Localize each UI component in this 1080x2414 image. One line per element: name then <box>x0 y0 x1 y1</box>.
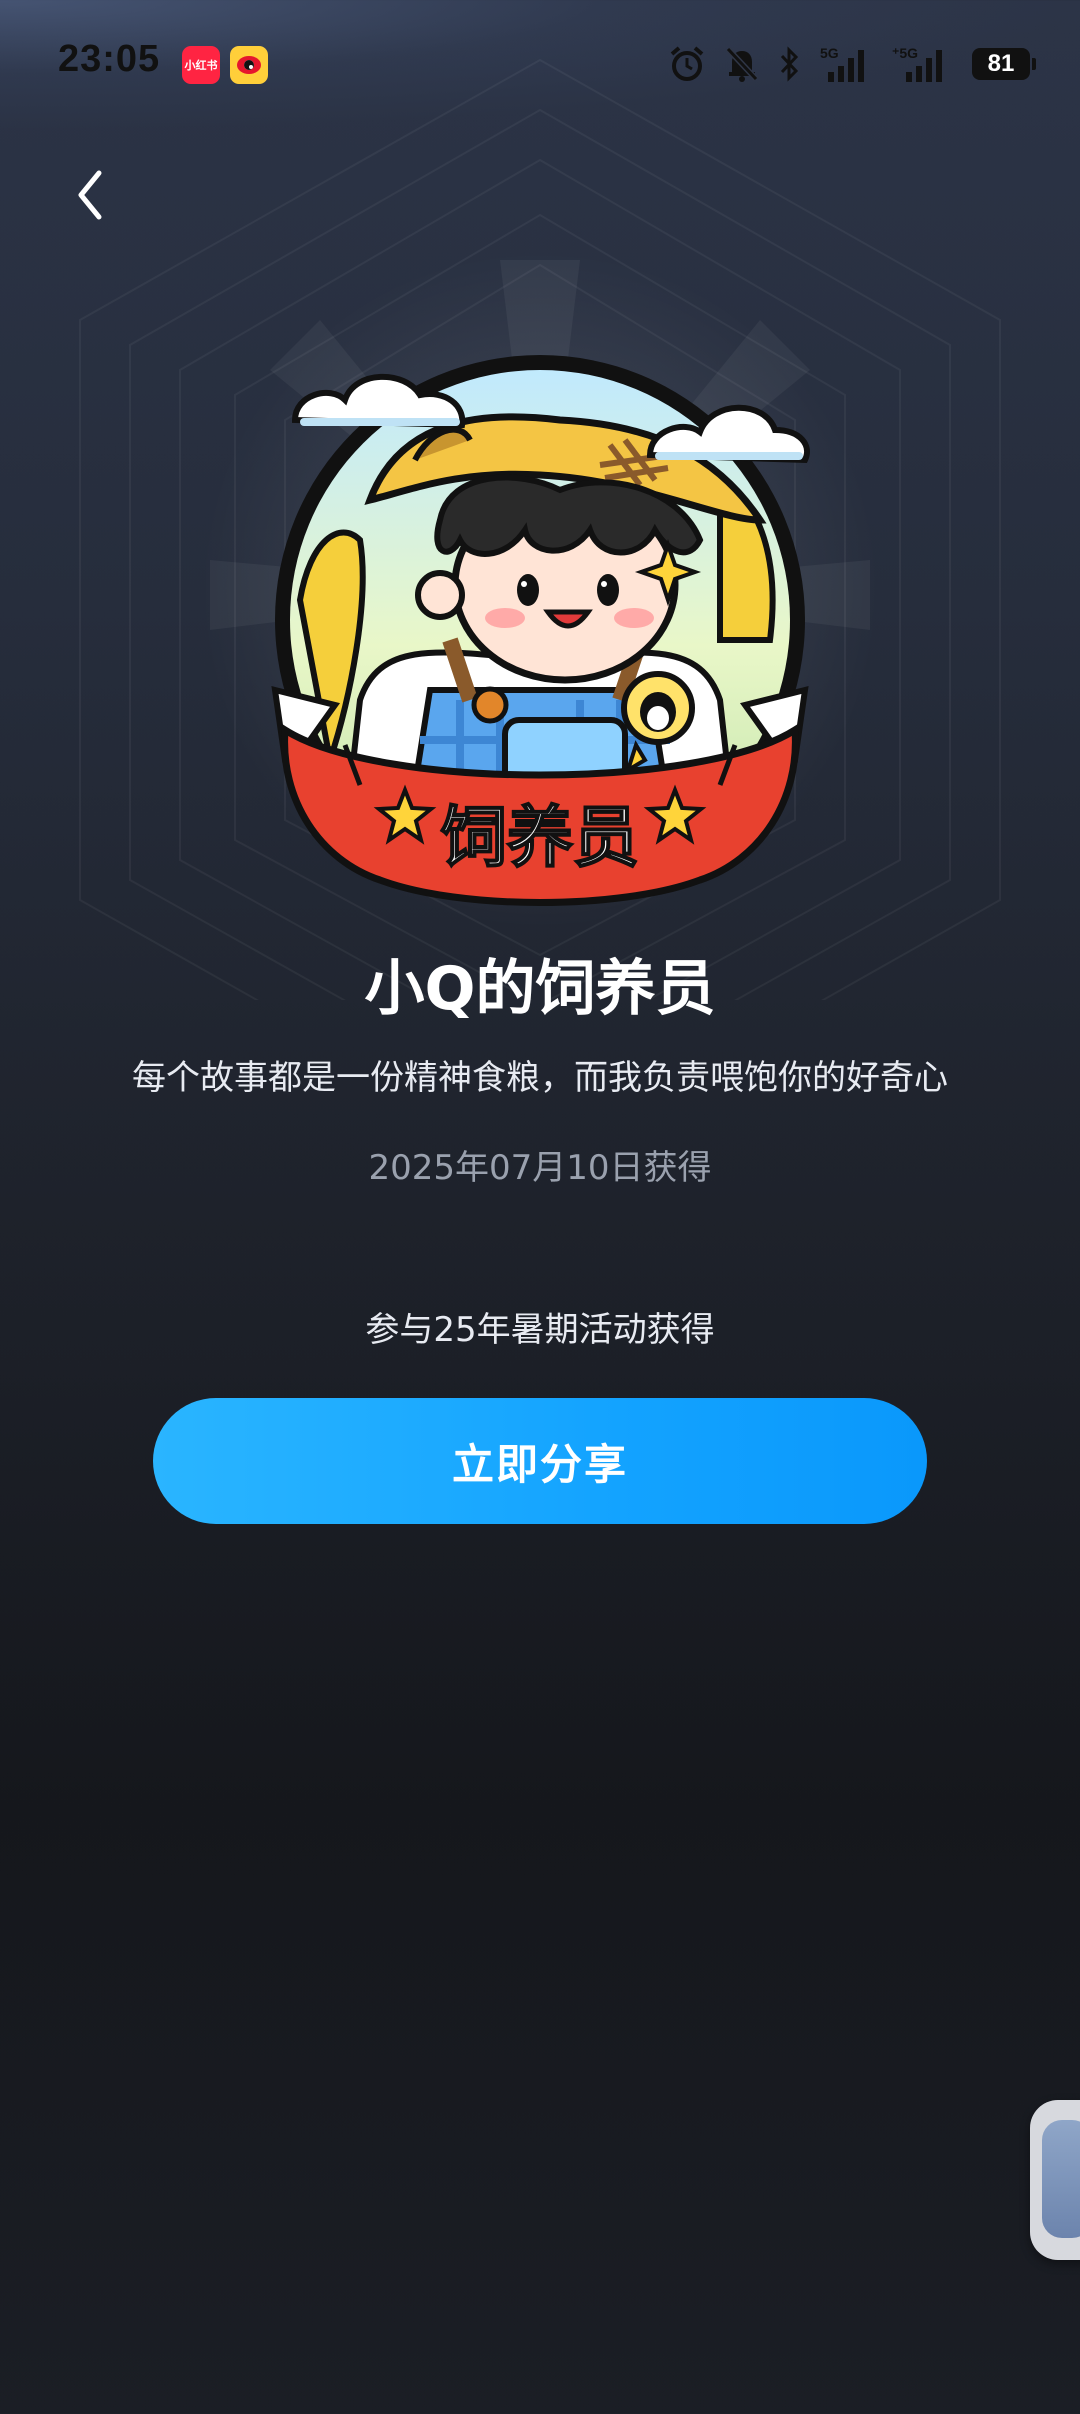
badge-date: 2025年07月10日获得 <box>368 1148 712 1188</box>
badge-title: 小Q的饲养员 <box>364 954 716 1024</box>
floating-widget[interactable] <box>1030 2100 1080 2260</box>
feeder-badge-image: 饲养员 <box>79 58 1001 1162</box>
badge-source: 参与25年暑期活动获得 <box>365 1310 715 1350</box>
share-button[interactable]: 立即分享 <box>153 1398 927 1524</box>
ribbon-text: 饲养员 <box>441 799 639 876</box>
badge-display: 饲养员 <box>0 0 1080 1162</box>
badge-description: 每个故事都是一份精神食粮，而我负责喂饱你的好奇心 <box>132 1058 948 1098</box>
